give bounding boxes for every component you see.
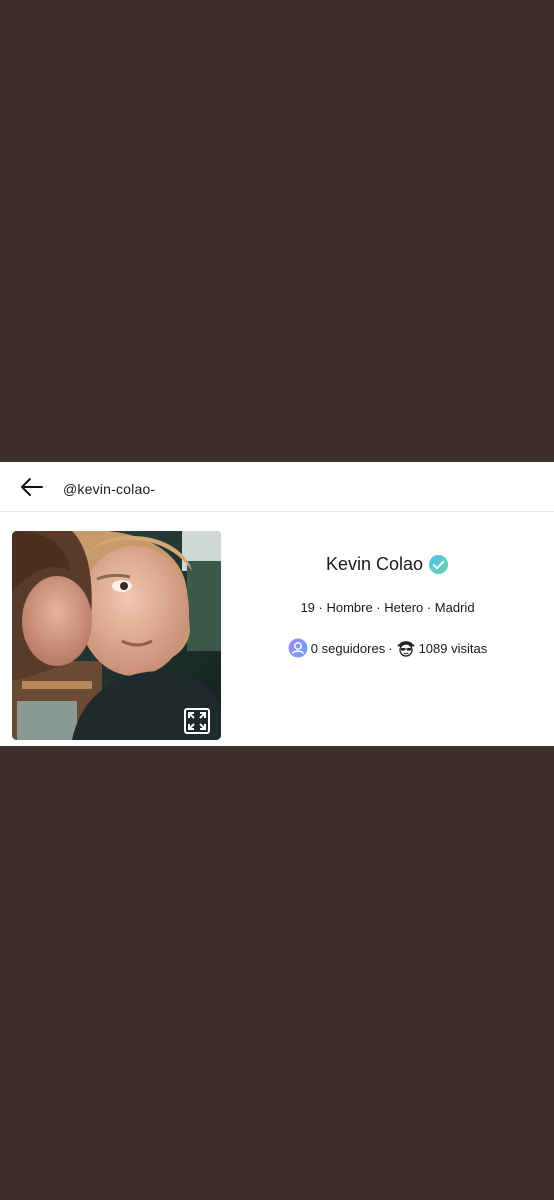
profile-name: Kevin Colao xyxy=(325,554,424,574)
verified-check-icon xyxy=(428,554,449,575)
user-icon xyxy=(288,638,308,658)
username: @kevin-colao- xyxy=(63,481,156,497)
name-row: Kevin Colao xyxy=(221,554,554,575)
profile-stats: 0 seguidores · 1089 visitas xyxy=(221,638,554,658)
arrow-left-icon xyxy=(21,478,43,496)
expand-button[interactable] xyxy=(184,708,210,734)
profile-card: @kevin-colao- Kevin Colao 19 · Hombre · … xyxy=(0,462,554,746)
stats-separator: · xyxy=(388,640,393,656)
expand-icon xyxy=(184,708,210,734)
top-bar: @kevin-colao- xyxy=(0,462,554,512)
profile-details: 19 · Hombre · Hetero · Madrid xyxy=(300,600,475,615)
back-button[interactable] xyxy=(18,476,46,498)
profile-photo[interactable] xyxy=(12,531,221,740)
spy-icon xyxy=(397,641,415,657)
visits-count: 1089 visitas xyxy=(418,640,488,656)
screen: @kevin-colao- Kevin Colao 19 · Hombre · … xyxy=(0,0,554,1200)
followers-count[interactable]: 0 seguidores xyxy=(311,641,385,656)
